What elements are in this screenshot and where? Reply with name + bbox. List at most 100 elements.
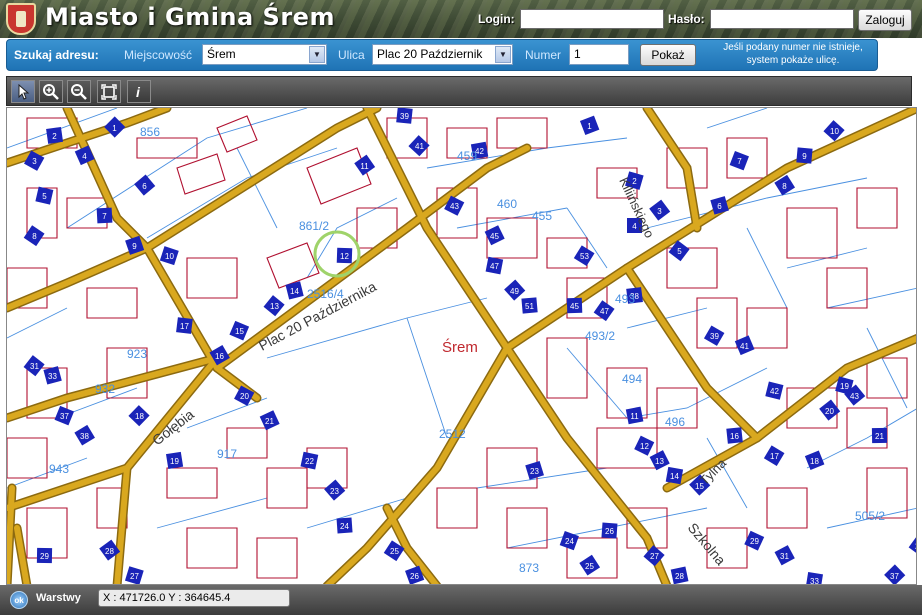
house-number-badge: 22 <box>300 451 319 470</box>
parcel-label: 455 <box>532 209 552 223</box>
map-canvas[interactable]: 1234567891011121314151617181920212223242… <box>7 108 917 585</box>
login-input[interactable] <box>520 9 664 29</box>
chevron-down-icon[interactable]: ▼ <box>309 46 325 63</box>
house-number-badge: 1 <box>579 115 600 135</box>
svg-text:i: i <box>136 84 141 100</box>
svg-text:39: 39 <box>400 112 409 121</box>
svg-text:33: 33 <box>810 577 819 585</box>
svg-text:51: 51 <box>525 302 534 311</box>
full-extent-button[interactable] <box>97 80 121 103</box>
chevron-down-icon[interactable]: ▼ <box>495 46 511 63</box>
house-number-badge: 39 <box>703 325 725 346</box>
login-button[interactable]: Zaloguj <box>858 9 912 31</box>
house-number-badge: 37 <box>884 564 906 584</box>
info-icon: i <box>136 84 141 100</box>
house-number-badge: 38 <box>74 424 95 446</box>
show-button[interactable]: Pokaż <box>640 44 696 66</box>
svg-text:45: 45 <box>490 232 499 241</box>
house-number-badge: 14 <box>665 466 684 485</box>
svg-text:6: 6 <box>717 202 722 211</box>
svg-text:17: 17 <box>770 452 779 461</box>
house-number-badge: 33 <box>43 366 62 385</box>
coat-of-arms-icon <box>6 3 36 35</box>
house-number-badge: 41 <box>734 335 755 356</box>
house-number-badge: 49 <box>504 279 526 301</box>
svg-text:7: 7 <box>737 157 742 166</box>
house-number-badge: 2 <box>46 126 64 144</box>
svg-text:19: 19 <box>170 457 179 466</box>
svg-text:23: 23 <box>330 487 339 496</box>
city-label: Miejscowość <box>124 48 193 62</box>
parcel-label: 505/2 <box>855 509 885 523</box>
house-number-badge: 27 <box>124 566 144 584</box>
svg-text:26: 26 <box>410 572 419 581</box>
login-label: Login: <box>478 12 515 26</box>
svg-text:26: 26 <box>605 527 614 536</box>
app-window: Miasto i Gmina Śrem Login: Hasło: Zalogu… <box>0 0 922 615</box>
house-number-badge: 42 <box>765 381 784 400</box>
house-number-badge: 39 <box>396 108 413 124</box>
search-hint: Jeśli podany numer nie istnieje, system … <box>708 41 878 67</box>
svg-text:24: 24 <box>340 522 349 531</box>
svg-text:23: 23 <box>530 467 539 476</box>
svg-text:49: 49 <box>510 287 519 296</box>
house-number-badge: 53 <box>573 245 595 267</box>
house-number-badge: 23 <box>324 479 346 501</box>
svg-text:31: 31 <box>30 362 39 371</box>
svg-text:31: 31 <box>780 552 789 561</box>
app-title: Miasto i Gmina Śrem <box>45 3 335 31</box>
map-viewport[interactable]: 1 2 3 4 5 6 7 8 9 10 11 12 13 14 15 16 17 18 19 20 21 22 23 24 2… <box>6 107 917 585</box>
house-number-badge: 17 <box>763 445 785 466</box>
parcel-label: 493 <box>615 292 635 306</box>
house-number-badge: 47 <box>485 256 504 275</box>
house-number-badge: 21 <box>871 427 888 444</box>
svg-text:28: 28 <box>105 547 114 556</box>
header-bar: Miasto i Gmina Śrem Login: Hasło: Zalogu… <box>0 0 922 38</box>
street-select-value: Plac 20 Październik <box>377 47 483 61</box>
svg-text:27: 27 <box>650 552 659 561</box>
house-number-badge: 17 <box>176 317 193 334</box>
svg-text:6: 6 <box>142 182 147 191</box>
zoom-in-icon <box>43 83 59 100</box>
parcel-label: 496 <box>665 415 685 429</box>
city-select[interactable]: Śrem ▼ <box>202 44 327 65</box>
house-number-badge: 13 <box>263 295 285 317</box>
layers-button[interactable]: Warstwy <box>36 592 81 604</box>
password-input[interactable] <box>710 9 854 29</box>
svg-text:19: 19 <box>840 382 849 391</box>
svg-text:37: 37 <box>890 572 899 581</box>
house-number-badge: 7 <box>729 150 749 171</box>
house-number-badge: 23 <box>525 460 544 480</box>
parcel-label: 2512 <box>439 427 466 441</box>
svg-text:7: 7 <box>102 212 107 221</box>
number-input[interactable]: 1 <box>569 44 629 65</box>
svg-text:10: 10 <box>830 127 839 136</box>
house-number-badge: 51 <box>521 297 538 314</box>
svg-text:41: 41 <box>740 342 749 351</box>
house-number-badge: 7 <box>96 207 113 224</box>
svg-text:38: 38 <box>80 432 89 441</box>
svg-text:41: 41 <box>415 142 424 151</box>
zoom-out-button[interactable] <box>67 80 91 103</box>
svg-text:22: 22 <box>915 542 917 551</box>
street-select[interactable]: Plac 20 Październik ▼ <box>372 44 513 65</box>
svg-text:22: 22 <box>305 457 314 466</box>
pointer-tool-button[interactable] <box>11 80 35 103</box>
info-button[interactable]: i <box>127 80 151 103</box>
house-number-badge: 37 <box>54 405 75 426</box>
svg-text:37: 37 <box>60 412 69 421</box>
zoom-in-button[interactable] <box>39 80 63 103</box>
parcel-label: 873 <box>519 561 539 575</box>
svg-text:43: 43 <box>850 392 859 401</box>
number-label: Numer <box>525 48 562 62</box>
ok-icon[interactable]: ok <box>10 591 28 609</box>
svg-text:47: 47 <box>600 307 609 316</box>
svg-text:3: 3 <box>657 207 662 216</box>
city-select-value: Śrem <box>207 47 236 61</box>
svg-text:11: 11 <box>360 162 369 171</box>
parcel-label: 459 <box>457 149 477 163</box>
street-label: Ulica <box>338 48 365 62</box>
town-label: Śrem <box>442 338 478 356</box>
parcel-label: 923 <box>127 347 147 361</box>
house-number-badge: 9 <box>796 147 813 164</box>
